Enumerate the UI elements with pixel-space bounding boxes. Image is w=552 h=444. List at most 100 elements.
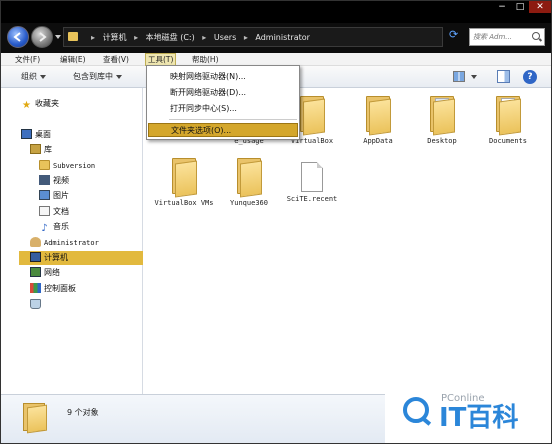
- menu-item-disconnect-network-drive[interactable]: 断开网络驱动器(D)...: [148, 86, 298, 100]
- network-icon: [30, 267, 41, 277]
- breadcrumb-computer[interactable]: 计算机: [103, 33, 127, 42]
- arrow-right-icon: [39, 32, 47, 42]
- close-button[interactable]: ✕: [529, 1, 551, 13]
- menu-edit[interactable]: 编辑(E): [58, 54, 88, 65]
- refresh-icon[interactable]: ⟳: [449, 29, 458, 41]
- search-icon[interactable]: [532, 32, 540, 40]
- nav-label: 图片: [53, 191, 69, 200]
- search-input[interactable]: [473, 31, 531, 43]
- list-item[interactable]: Documents: [478, 96, 538, 146]
- nav-item-libraries[interactable]: 库: [30, 143, 52, 157]
- nav-item-videos[interactable]: 视频: [39, 174, 69, 188]
- control-panel-icon: [30, 283, 41, 293]
- include-in-library-button[interactable]: 包含到库中: [73, 71, 122, 82]
- watermark-cn: IT百科: [439, 403, 519, 433]
- nav-item-music[interactable]: ♪ 音乐: [39, 220, 69, 234]
- file-name: Desktop: [427, 137, 457, 145]
- folder-icon: [169, 158, 199, 198]
- minimize-button[interactable]: −: [493, 1, 511, 13]
- nav-item-desktop[interactable]: 桌面: [21, 128, 51, 142]
- folder-icon: [363, 96, 393, 136]
- file-icon: [301, 162, 323, 192]
- computer-icon: [30, 252, 41, 262]
- video-icon: [39, 175, 50, 185]
- breadcrumb-separator-icon: ▸: [202, 33, 207, 42]
- breadcrumb-separator-icon: ▸: [91, 33, 96, 42]
- include-in-library-label: 包含到库中: [73, 72, 113, 81]
- breadcrumb-separator-icon: ▸: [243, 33, 248, 42]
- folder-icon: [493, 96, 523, 136]
- nav-item-administrator[interactable]: Administrator: [30, 236, 99, 250]
- folder-icon: [39, 160, 50, 170]
- arrow-left-icon: [13, 32, 21, 42]
- menu-file[interactable]: 文件(F): [13, 54, 42, 65]
- organize-label: 组织: [21, 72, 37, 81]
- breadcrumb-administrator[interactable]: Administrator: [255, 33, 310, 42]
- list-item[interactable]: AppData: [348, 96, 408, 146]
- help-icon[interactable]: ?: [523, 70, 537, 84]
- nav-item-pictures[interactable]: 图片: [39, 189, 69, 203]
- maximize-button[interactable]: □: [511, 1, 529, 13]
- folder-icon: [23, 401, 49, 434]
- nav-label: 音乐: [53, 222, 69, 231]
- document-icon: [39, 206, 50, 216]
- address-row: ▸ 计算机 ▸ 本地磁盘 (C:) ▸ Users ▸ Administrato…: [1, 23, 551, 53]
- list-item[interactable]: SciTE.recent: [282, 162, 342, 204]
- nav-item-network[interactable]: 网络: [30, 266, 60, 280]
- chevron-down-icon: [116, 74, 122, 79]
- nav-label: 计算机: [44, 253, 68, 262]
- file-name: Yunque360: [230, 199, 268, 207]
- nav-label: Subversion: [53, 162, 96, 170]
- recent-pages-chevron-icon[interactable]: [55, 35, 61, 39]
- change-view-icon[interactable]: [453, 71, 465, 82]
- nav-item-recycle-bin[interactable]: [30, 298, 44, 312]
- folder-icon: [68, 32, 78, 41]
- address-bar[interactable]: ▸ 计算机 ▸ 本地磁盘 (C:) ▸ Users ▸ Administrato…: [63, 27, 498, 47]
- nav-label: 库: [44, 145, 52, 154]
- menu-help[interactable]: 帮助(H): [190, 54, 221, 65]
- explorer-window: − □ ✕ ▸ 计算机 ▸ 本地磁盘 (C:) ▸ Users ▸ Admini…: [0, 0, 552, 444]
- star-icon: ★: [22, 100, 31, 111]
- breadcrumb-users[interactable]: Users: [214, 33, 236, 42]
- list-item[interactable]: Yunque360: [219, 158, 279, 208]
- file-name: Documents: [489, 137, 527, 145]
- breadcrumb-local-disk[interactable]: 本地磁盘 (C:): [146, 33, 195, 42]
- nav-label: 桌面: [35, 130, 51, 139]
- folder-icon: [297, 96, 327, 136]
- nav-item-subversion[interactable]: Subversion: [39, 159, 95, 173]
- folder-icon: [234, 158, 264, 198]
- menu-item-open-sync-center[interactable]: 打开同步中心(S)...: [148, 102, 298, 116]
- watermark-logo: PConline IT百科: [385, 391, 551, 443]
- preview-pane-icon[interactable]: [497, 70, 510, 83]
- nav-item-computer[interactable]: 计算机: [19, 251, 143, 265]
- view-options-chevron-icon[interactable]: [471, 75, 477, 79]
- nav-item-control-panel[interactable]: 控制面板: [30, 282, 76, 296]
- music-icon: ♪: [41, 223, 48, 234]
- nav-item-documents[interactable]: 文档: [39, 205, 69, 219]
- title-bar: − □ ✕: [1, 1, 551, 23]
- pconline-logo-icon: [403, 397, 429, 423]
- forward-button[interactable]: [31, 26, 53, 48]
- library-icon: [30, 144, 41, 154]
- search-box[interactable]: [469, 28, 545, 46]
- list-item[interactable]: VirtualBox VMs: [154, 158, 214, 208]
- menu-separator: [169, 119, 297, 120]
- breadcrumb-separator-icon: ▸: [134, 33, 139, 42]
- list-item[interactable]: Desktop: [412, 96, 472, 146]
- folder-icon: [427, 96, 457, 136]
- chevron-down-icon: [40, 74, 46, 79]
- menu-item-map-network-drive[interactable]: 映射网络驱动器(N)...: [148, 70, 298, 84]
- back-button[interactable]: [7, 26, 29, 48]
- tools-dropdown-menu: 映射网络驱动器(N)... 断开网络驱动器(D)... 打开同步中心(S)...…: [146, 65, 300, 140]
- file-name: VirtualBox VMs: [154, 199, 214, 207]
- recycle-bin-icon: [30, 299, 41, 309]
- menu-view[interactable]: 查看(V): [101, 54, 131, 65]
- menu-item-folder-options[interactable]: 文件夹选项(O)...: [148, 123, 298, 137]
- file-name: AppData: [363, 137, 393, 145]
- desktop-icon: [21, 129, 32, 139]
- nav-label: 文档: [53, 207, 69, 216]
- breadcrumb: ▸ 计算机 ▸ 本地磁盘 (C:) ▸ Users ▸ Administrato…: [86, 32, 310, 43]
- navigation-pane: ★ 收藏夹 桌面 库 Subversion 视频 图片 文档 ♪ 音乐 Admini…: [1, 88, 143, 394]
- organize-button[interactable]: 组织: [21, 71, 46, 82]
- nav-item-favorites[interactable]: ★ 收藏夹: [21, 97, 59, 111]
